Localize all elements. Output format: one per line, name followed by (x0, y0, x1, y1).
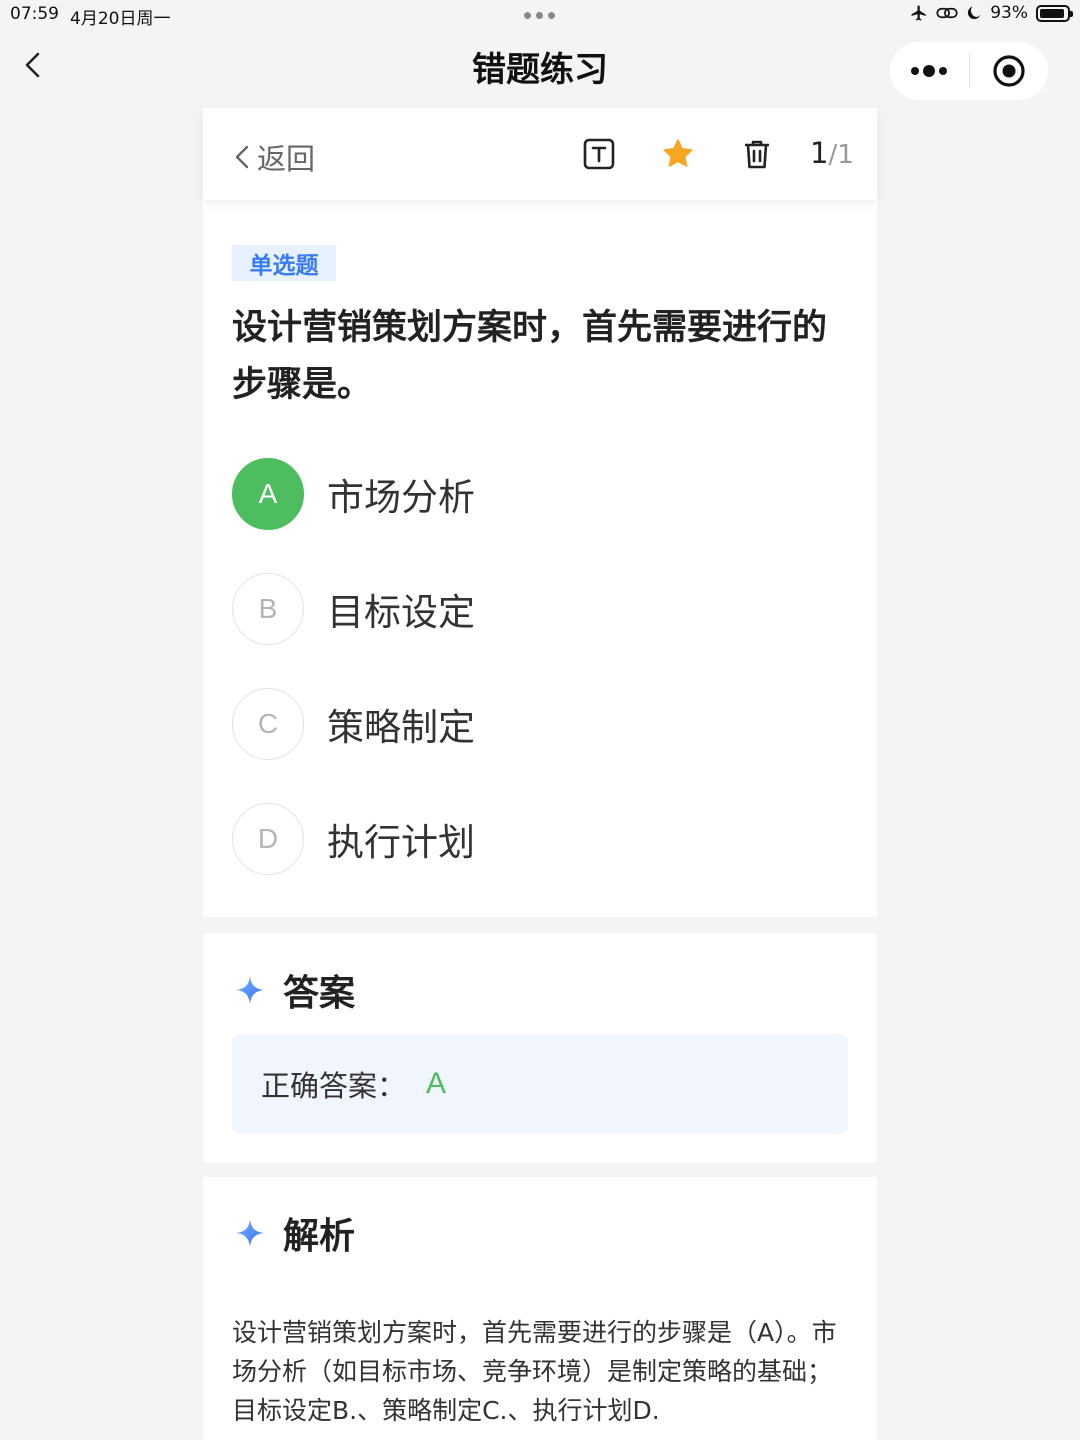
analysis-header: 解析 (235, 1207, 355, 1259)
chevron-left-icon (235, 145, 249, 169)
correct-answer-box: 正确答案： A (232, 1034, 848, 1134)
question-type-tag: 单选题 (232, 245, 336, 281)
more-dots-icon (911, 65, 948, 77)
sparkle-icon (236, 976, 264, 1004)
total-count: 1 (837, 140, 854, 170)
status-indicators: 93% (910, 3, 1073, 23)
analysis-title: 解析 (283, 1216, 356, 1257)
delete-button[interactable] (739, 136, 775, 172)
airplane-icon (911, 5, 926, 21)
trash-icon (745, 140, 769, 169)
question-counter: 1/1 (810, 136, 854, 170)
option-letter: B (232, 573, 304, 645)
star-icon (663, 139, 693, 167)
favorite-button[interactable] (660, 136, 696, 172)
sparkle-icon (236, 1219, 264, 1247)
option-text: 市场分析 (327, 476, 475, 519)
more-button[interactable] (890, 42, 969, 100)
option-letter: C (232, 688, 304, 760)
analysis-card: 解析 设计营销策划方案时，首先需要进行的步骤是（A）。市场分析（如目标市场、竞争… (203, 1177, 877, 1440)
back-link[interactable]: 返回 (233, 136, 315, 178)
link-icon (936, 7, 958, 19)
multitask-dots-icon[interactable] (524, 12, 555, 19)
status-bar: 07:59 4月20日周一 93% (0, 0, 1080, 30)
option-text: 目标设定 (327, 591, 475, 634)
current-index: 1 (810, 136, 829, 170)
text-t-icon (583, 138, 615, 170)
option-letter: D (232, 803, 304, 875)
moon-icon (968, 6, 981, 20)
question-text: 设计营销策划方案时，首先需要进行的步骤是。 (232, 308, 828, 405)
correct-answer-value: A (426, 1067, 447, 1100)
status-time: 07:59 (10, 4, 59, 24)
question-toolbar: 返回 1/1 (203, 108, 877, 200)
answer-card: 答案 正确答案： A (203, 934, 877, 1162)
question-card: 单选题 设计营销策划方案时，首先需要进行的步骤是。 A 市场分析 B 目标设定 … (203, 200, 877, 917)
battery-fill (1040, 8, 1065, 18)
option-text: 执行计划 (327, 821, 475, 864)
nav-bar: 错题练习 (0, 30, 1080, 106)
capsule-menu (890, 42, 1048, 100)
option-text: 策略制定 (327, 706, 475, 749)
analysis-text: 设计营销策划方案时，首先需要进行的步骤是（A）。市场分析（如目标市场、竞争环境）… (232, 1318, 837, 1425)
option-a[interactable]: A 市场分析 (232, 458, 832, 530)
answer-header: 答案 (235, 964, 355, 1016)
back-label: 返回 (257, 142, 316, 176)
correct-answer-label: 正确答案： (261, 1069, 407, 1103)
battery-icon (1036, 4, 1073, 22)
answer-title: 答案 (283, 973, 356, 1014)
option-d[interactable]: D 执行计划 (232, 803, 832, 875)
target-icon (993, 55, 1025, 87)
option-b[interactable]: B 目标设定 (232, 573, 832, 645)
option-c[interactable]: C 策略制定 (232, 688, 832, 760)
status-date: 4月20日周一 (70, 9, 171, 29)
battery-percent: 93% (990, 3, 1028, 23)
option-letter: A (232, 458, 304, 530)
counter-separator: / (828, 140, 838, 170)
close-miniprogram-button[interactable] (970, 42, 1049, 100)
font-size-button[interactable] (581, 136, 617, 172)
